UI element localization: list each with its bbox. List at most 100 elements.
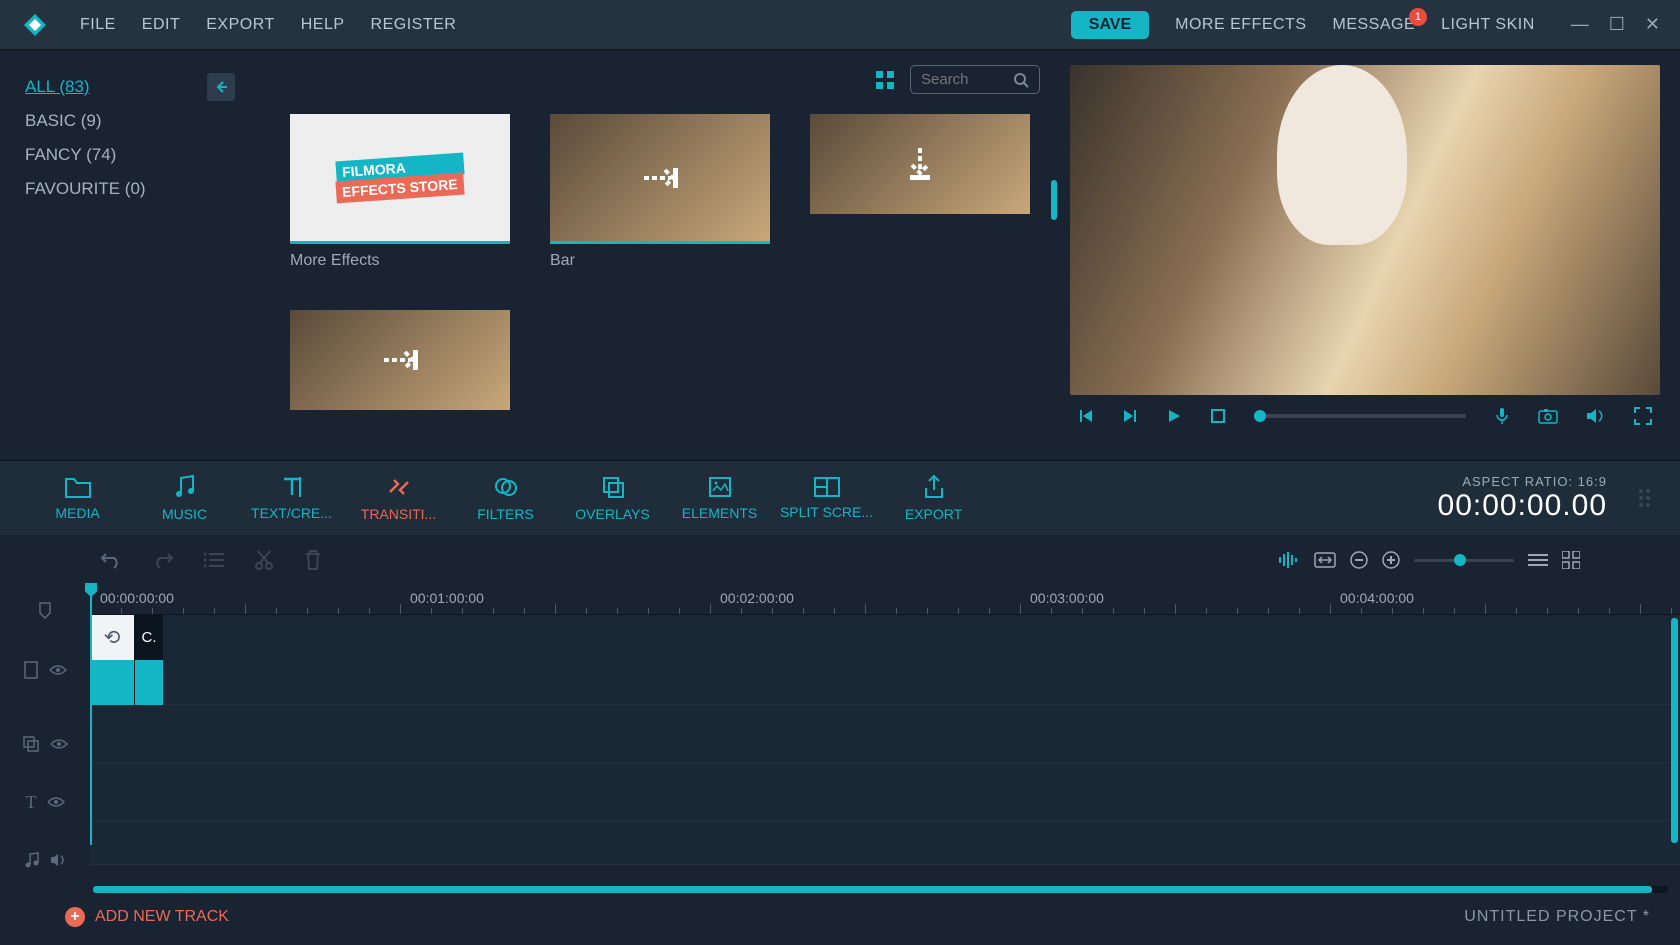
playhead[interactable]	[90, 585, 92, 845]
window-controls: — ☐ ✕	[1571, 14, 1660, 35]
overlay-track[interactable]	[90, 705, 1680, 763]
tab-label: MEDIA	[55, 505, 99, 521]
tab-media[interactable]: MEDIA	[30, 475, 125, 521]
more-effects-link[interactable]: MORE EFFECTS	[1175, 16, 1306, 34]
grid-view-icon[interactable]	[875, 70, 895, 90]
message-link[interactable]: MESSAGE 1	[1333, 16, 1416, 34]
fullscreen-icon[interactable]	[1634, 407, 1652, 425]
tab-filters[interactable]: FILTERS	[458, 474, 553, 522]
ruler-mark: 00:03:00:00	[1030, 590, 1104, 606]
video-track-icon	[23, 660, 39, 680]
video-track[interactable]: ⟲ C.	[90, 615, 1680, 705]
thumb-image: FILMORA EFFECTS STORE	[290, 114, 510, 244]
tab-elements[interactable]: ELEMENTS	[672, 475, 767, 521]
zoom-out-icon[interactable]	[1350, 551, 1368, 569]
zoom-slider[interactable]	[1414, 559, 1514, 562]
cut-icon[interactable]	[254, 549, 274, 571]
tab-music[interactable]: MUSIC	[137, 474, 232, 522]
trash-icon[interactable]	[304, 549, 322, 571]
menu-edit[interactable]: EDIT	[142, 16, 180, 34]
zoom-in-icon[interactable]	[1382, 551, 1400, 569]
menu-export[interactable]: EXPORT	[206, 16, 275, 34]
arrow-left-icon	[214, 80, 228, 94]
message-label: MESSAGE	[1333, 16, 1416, 33]
track-head-audio[interactable]	[0, 831, 90, 889]
back-button[interactable]	[207, 73, 235, 101]
eye-icon[interactable]	[47, 796, 65, 808]
audio-track[interactable]	[90, 821, 1680, 865]
camera-icon[interactable]	[1538, 408, 1558, 424]
tracks-area[interactable]: 00:00:00:00 00:01:00:00 00:02:00:00 00:0…	[90, 585, 1680, 895]
prev-frame-icon[interactable]	[1078, 408, 1094, 424]
stop-icon[interactable]	[1210, 408, 1226, 424]
next-frame-icon[interactable]	[1122, 408, 1138, 424]
menu-help[interactable]: HELP	[301, 16, 345, 34]
time-ruler[interactable]: 00:00:00:00 00:01:00:00 00:02:00:00 00:0…	[90, 585, 1680, 615]
eye-icon[interactable]	[50, 738, 68, 750]
redo-icon[interactable]	[152, 550, 174, 570]
track-head-text[interactable]: T	[0, 773, 90, 831]
sidebar-item-favourite[interactable]: FAVOURITE (0)	[25, 172, 235, 206]
grid-4-icon[interactable]	[1562, 551, 1580, 569]
tab-splitscreen[interactable]: SPLIT SCRE...	[779, 476, 874, 520]
track-headers: T	[0, 585, 90, 895]
track-head-overlay[interactable]	[0, 715, 90, 773]
light-skin-link[interactable]: LIGHT SKIN	[1441, 16, 1535, 34]
close-icon[interactable]: ✕	[1645, 14, 1660, 35]
tab-label: SPLIT SCRE...	[780, 504, 873, 520]
audio-wave-icon[interactable]	[1278, 551, 1300, 569]
thumb-item-3[interactable]	[810, 114, 1030, 270]
sidebar-item-all[interactable]: ALL (83)	[25, 70, 90, 104]
search-icon[interactable]	[1013, 72, 1029, 88]
clip-audio	[90, 660, 134, 705]
clip-1[interactable]: ⟲	[90, 615, 135, 705]
volume-icon[interactable]	[1586, 408, 1606, 424]
tab-export[interactable]: EXPORT	[886, 474, 981, 522]
tab-overlays[interactable]: OVERLAYS	[565, 474, 660, 522]
menu-lines-icon[interactable]	[1528, 553, 1548, 567]
marker-icon[interactable]	[38, 601, 52, 619]
speaker-icon[interactable]	[50, 853, 66, 867]
menu-file[interactable]: FILE	[80, 16, 116, 34]
splitscreen-icon	[813, 476, 841, 498]
tab-text[interactable]: TEXT/CRE...	[244, 475, 339, 521]
add-track-button[interactable]: + ADD NEW TRACK	[65, 907, 229, 927]
list-icon[interactable]	[204, 552, 224, 568]
undo-icon[interactable]	[100, 550, 122, 570]
drag-handle-icon[interactable]	[1639, 489, 1650, 507]
save-button[interactable]: SAVE	[1071, 11, 1149, 39]
eye-icon[interactable]	[49, 664, 67, 676]
menu-register[interactable]: REGISTER	[371, 16, 457, 34]
timeline-v-scrollbar[interactable]	[1671, 618, 1678, 843]
add-track-label: ADD NEW TRACK	[95, 908, 229, 926]
mic-icon[interactable]	[1494, 407, 1510, 425]
fit-icon[interactable]	[1314, 552, 1336, 568]
preview-video[interactable]	[1070, 65, 1660, 395]
tab-transition[interactable]: TRANSITI...	[351, 474, 446, 522]
search-box[interactable]	[910, 65, 1040, 94]
track-head-video[interactable]	[0, 625, 90, 715]
ruler-mark: 00:01:00:00	[410, 590, 484, 606]
thumb-item-4[interactable]	[290, 310, 510, 410]
thumb-image	[550, 114, 770, 244]
maximize-icon[interactable]: ☐	[1609, 14, 1625, 35]
transition-icon	[386, 474, 412, 500]
search-input[interactable]	[921, 71, 1001, 88]
mid-section: ALL (83) BASIC (9) FANCY (74) FAVOURITE …	[0, 50, 1680, 460]
timeline-h-scrollbar[interactable]	[93, 886, 1668, 893]
clip-2[interactable]: C.	[135, 615, 163, 705]
tab-label: FILTERS	[477, 506, 534, 522]
progress-bar[interactable]	[1254, 414, 1466, 418]
browser-scrollbar[interactable]	[1051, 180, 1057, 220]
topbar: FILE EDIT EXPORT HELP REGISTER SAVE MORE…	[0, 0, 1680, 50]
sidebar-item-basic[interactable]: BASIC (9)	[25, 104, 235, 138]
minimize-icon[interactable]: —	[1571, 14, 1589, 35]
clip-label: C.	[135, 615, 163, 660]
tab-label: ELEMENTS	[682, 505, 757, 521]
thumb-bar[interactable]: Bar	[550, 114, 770, 270]
thumb-more-effects[interactable]: FILMORA EFFECTS STORE More Effects	[290, 114, 510, 270]
sidebar-item-fancy[interactable]: FANCY (74)	[25, 138, 235, 172]
play-icon[interactable]	[1166, 408, 1182, 424]
text-track[interactable]	[90, 763, 1680, 821]
clip-audio	[135, 660, 163, 705]
